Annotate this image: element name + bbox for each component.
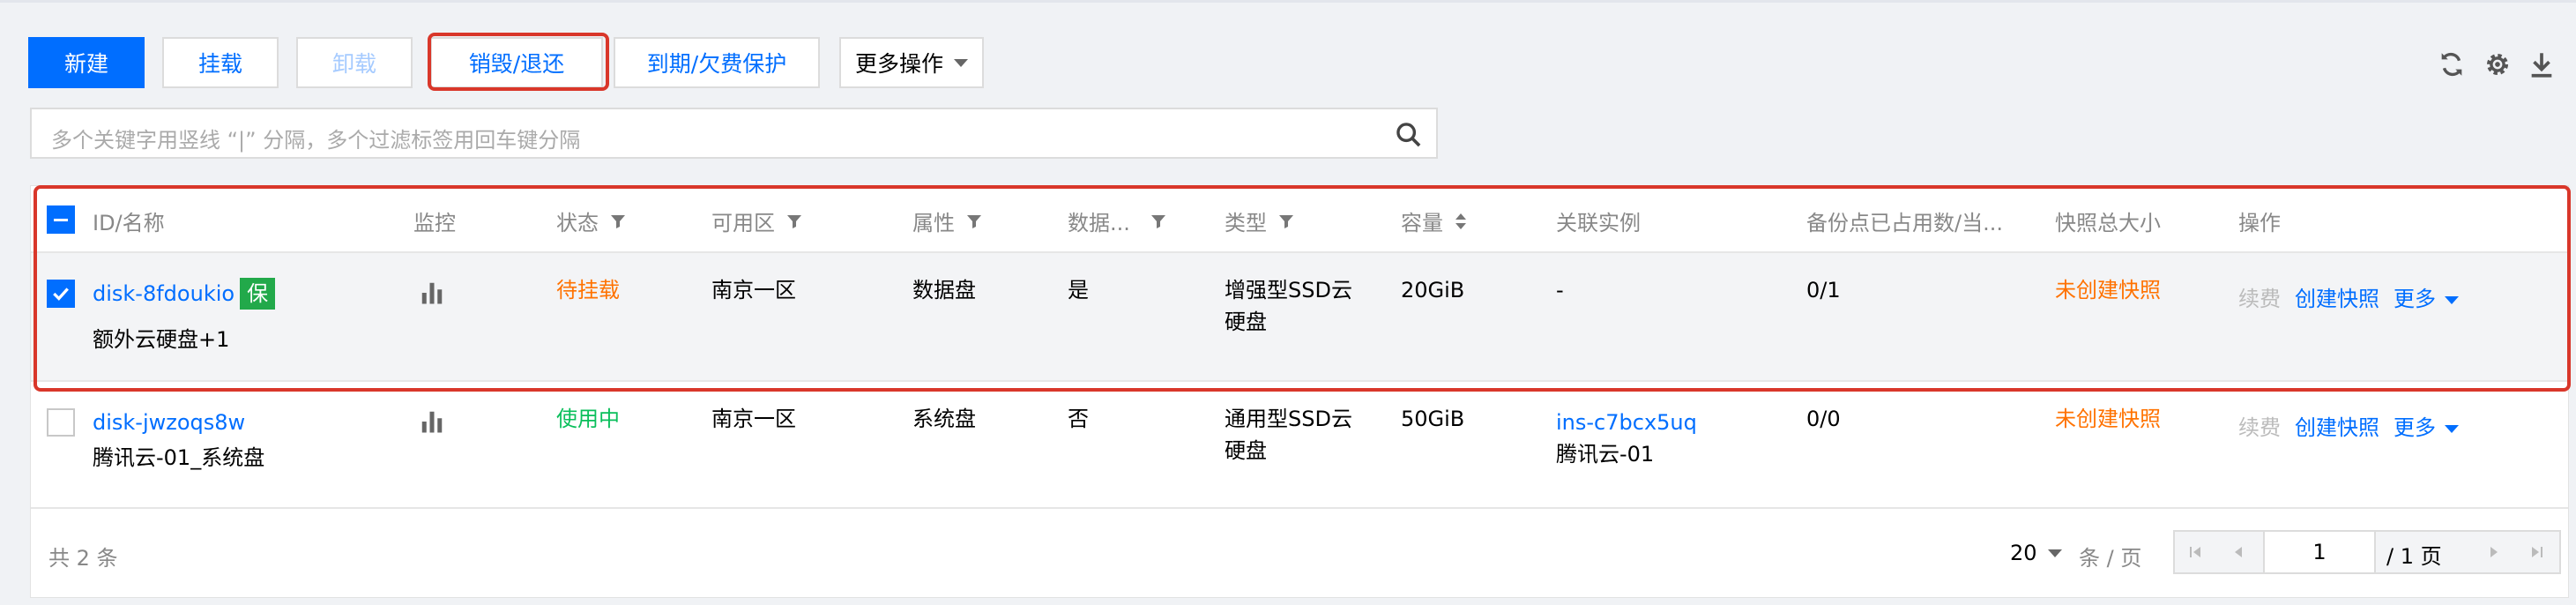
more-actions-dropdown[interactable]: 更多操作 xyxy=(839,37,984,88)
last-page-icon xyxy=(2532,547,2542,557)
bar-chart-icon[interactable] xyxy=(419,408,445,435)
instance-cell: ins-c7bcx5uq 腾讯云-01 xyxy=(1556,407,1697,470)
table-row[interactable]: disk-jwzoqs8w 腾讯云-01_系统盘 使用中 南京一区 系统盘 否 … xyxy=(31,382,2568,509)
next-page-button[interactable] xyxy=(2473,532,2515,572)
instance-name: 腾讯云-01 xyxy=(1556,442,1655,467)
page-number-input[interactable]: 1 xyxy=(2263,532,2376,572)
prev-page-button[interactable] xyxy=(2217,532,2260,572)
last-page-button[interactable] xyxy=(2515,532,2557,572)
highlight-box-destroy xyxy=(428,33,609,91)
top-divider xyxy=(0,0,2576,3)
refresh-icon[interactable] xyxy=(2437,49,2467,79)
disk-name: 腾讯云-01_系统盘 xyxy=(93,445,265,470)
unmount-button[interactable]: 卸载 xyxy=(296,37,413,88)
disk-id-link[interactable]: disk-jwzoqs8w xyxy=(93,410,245,435)
status-text: 使用中 xyxy=(556,407,620,431)
attribute-text: 系统盘 xyxy=(912,407,976,431)
disk-id-cell: disk-jwzoqs8w xyxy=(93,407,245,438)
page-size-select[interactable]: 20 xyxy=(2010,541,2062,565)
zone-text: 南京一区 xyxy=(711,407,796,431)
mount-button[interactable]: 挂载 xyxy=(162,37,279,88)
table-footer: 共 2 条 20 条 / 页 1 / 1 页 xyxy=(31,509,2568,599)
type-line-2: 硬盘 xyxy=(1225,438,1267,463)
chevron-down-icon xyxy=(954,58,968,67)
expiry-protection-button[interactable]: 到期/欠费保护 xyxy=(614,37,820,88)
instance-link[interactable]: ins-c7bcx5uq xyxy=(1556,407,1697,438)
per-page-label: 条 / 页 xyxy=(2079,546,2142,571)
more-dropdown[interactable]: 更多 xyxy=(2394,412,2459,444)
data-text: 否 xyxy=(1068,407,1089,431)
search-placeholder: 多个关键字用竖线 “|” 分隔，多个过滤标签用回车键分隔 xyxy=(51,128,581,153)
capacity-text: 50GiB xyxy=(1401,407,1465,431)
next-page-icon xyxy=(2490,547,2498,557)
download-icon[interactable] xyxy=(2527,49,2557,79)
page-size-value: 20 xyxy=(2010,541,2037,565)
search-icon[interactable] xyxy=(1394,120,1424,150)
chevron-down-icon xyxy=(2047,549,2062,557)
more-actions-label: 更多操作 xyxy=(854,51,943,77)
pagination: 1 / 1 页 xyxy=(2173,530,2561,574)
total-pages: / 1 页 xyxy=(2386,544,2442,569)
type-line-1: 通用型SSD云 xyxy=(1225,407,1352,431)
first-page-button[interactable] xyxy=(2175,532,2217,572)
type-text: 通用型SSD云 硬盘 xyxy=(1225,403,1352,467)
total-count: 共 2 条 xyxy=(48,546,118,571)
first-page-icon xyxy=(2190,547,2200,557)
settings-gear-icon[interactable] xyxy=(2483,49,2513,79)
new-button[interactable]: 新建 xyxy=(28,37,145,88)
create-snapshot-link[interactable]: 创建快照 xyxy=(2295,412,2379,444)
row-checkbox[interactable] xyxy=(47,408,75,437)
chevron-down-icon xyxy=(2445,424,2459,433)
highlight-box-selected-row xyxy=(34,185,2571,392)
search-input[interactable]: 多个关键字用竖线 “|” 分隔，多个过滤标签用回车键分隔 xyxy=(30,108,1438,159)
more-label: 更多 xyxy=(2394,415,2436,440)
prev-page-icon xyxy=(2235,547,2242,557)
backup-text: 0/0 xyxy=(1806,407,1841,431)
snapshot-size-text: 未创建快照 xyxy=(2055,407,2161,431)
renew-link[interactable]: 续费 xyxy=(2238,412,2281,444)
